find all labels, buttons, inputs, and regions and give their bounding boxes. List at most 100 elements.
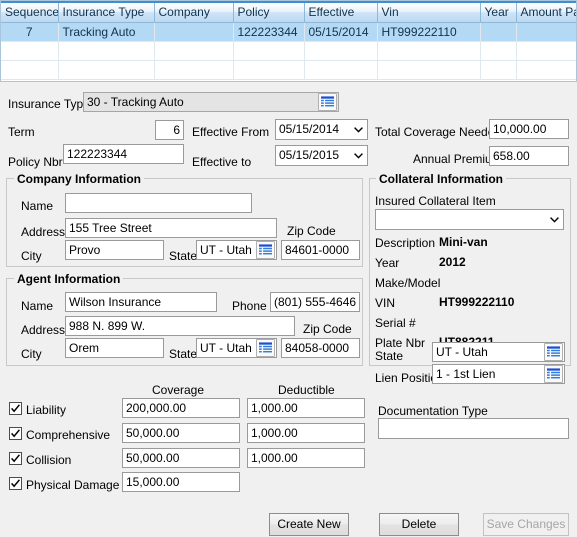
- col-header-company[interactable]: Company: [154, 1, 234, 23]
- table-row-empty[interactable]: [1, 41, 576, 61]
- collision-coverage-field[interactable]: 50,000.00: [122, 448, 240, 468]
- lien-position-lookup-icon[interactable]: [544, 365, 563, 383]
- create-new-button[interactable]: Create New: [269, 513, 349, 536]
- effective-from-dropdown[interactable]: 05/15/2014: [275, 119, 368, 140]
- company-address-label: Address: [21, 225, 66, 239]
- cell-empty: [377, 41, 481, 61]
- company-address-field[interactable]: 155 Tree Street: [65, 218, 277, 238]
- collateral-year-value: 2012: [439, 255, 466, 269]
- table-row[interactable]: 7 Tracking Auto 122223344 05/15/2014 HT9…: [1, 22, 576, 42]
- effective-to-value: 05/15/2015: [279, 148, 340, 162]
- cell-policy: 122223344: [233, 22, 305, 42]
- comprehensive-checkbox[interactable]: [9, 427, 22, 440]
- effective-to-label: Effective to: [192, 155, 252, 169]
- physical-damage-coverage-field[interactable]: 15,000.00: [122, 472, 240, 492]
- physical-damage-checkbox[interactable]: [9, 477, 22, 490]
- col-header-vin[interactable]: Vin: [377, 1, 481, 23]
- collision-label: Collision: [26, 453, 72, 467]
- comprehensive-label: Comprehensive: [26, 428, 111, 442]
- agent-state-lookup-icon[interactable]: [256, 339, 275, 357]
- total-coverage-field[interactable]: 10,000.00: [489, 119, 569, 139]
- policy-list-grid[interactable]: Sequence Insurance Type Company Policy E…: [0, 0, 577, 82]
- comprehensive-coverage-field[interactable]: 50,000.00: [122, 423, 240, 443]
- insured-collateral-item-dropdown[interactable]: [375, 209, 564, 230]
- agent-phone-label: Phone: [232, 299, 267, 313]
- insurance-type-label: Insurance Type: [8, 97, 90, 111]
- collision-checkbox[interactable]: [9, 452, 22, 465]
- term-field[interactable]: 6: [155, 120, 184, 140]
- collateral-state-label: State: [375, 349, 404, 363]
- col-header-policy[interactable]: Policy: [233, 1, 305, 23]
- comprehensive-deductible-field[interactable]: 1,000.00: [247, 423, 365, 443]
- cell-empty: [58, 60, 155, 80]
- insurance-type-lookup-icon[interactable]: [318, 93, 337, 111]
- cell-empty: [516, 41, 576, 61]
- liability-coverage-field[interactable]: 200,000.00: [122, 398, 240, 418]
- cell-empty: [516, 60, 576, 80]
- company-state-lookup-icon[interactable]: [256, 241, 275, 259]
- term-label: Term: [8, 125, 35, 139]
- company-name-label: Name: [21, 199, 54, 213]
- delete-button[interactable]: Delete: [379, 513, 459, 536]
- agent-city-field[interactable]: Orem: [65, 338, 164, 358]
- company-city-field[interactable]: Provo: [65, 240, 164, 260]
- table-row-empty[interactable]: [1, 60, 576, 80]
- liability-deductible-field[interactable]: 1,000.00: [247, 398, 365, 418]
- agent-address-label: Address: [21, 323, 66, 337]
- collateral-information-title: Collateral Information: [376, 172, 507, 186]
- insured-collateral-item-label: Insured Collateral Item: [375, 194, 496, 208]
- cell-insurance-type: Tracking Auto: [58, 22, 155, 42]
- agent-zip-label: Zip Code: [303, 322, 352, 336]
- col-header-insurance-type[interactable]: Insurance Type: [58, 1, 155, 23]
- cell-vin: HT999222110: [377, 22, 481, 42]
- cell-empty: [480, 41, 517, 61]
- agent-address-field[interactable]: 988 N. 899 W.: [65, 316, 295, 336]
- company-zip-field[interactable]: 84601-0000: [281, 240, 360, 260]
- vin-value: HT999222110: [439, 295, 515, 309]
- col-header-effective[interactable]: Effective: [304, 1, 378, 23]
- effective-to-dropdown[interactable]: 05/15/2015: [275, 145, 368, 166]
- chevron-down-icon: [354, 152, 363, 160]
- agent-information-title: Agent Information: [14, 272, 124, 286]
- cell-empty: [1, 41, 59, 61]
- cell-empty: [154, 60, 234, 80]
- serial-label: Serial #: [375, 316, 416, 330]
- cell-empty: [233, 41, 305, 61]
- collision-deductible-field[interactable]: 1,000.00: [247, 448, 365, 468]
- policy-nbr-field[interactable]: 122223344: [63, 144, 184, 164]
- documentation-type-field[interactable]: [378, 418, 569, 439]
- col-header-year[interactable]: Year: [480, 1, 517, 23]
- physical-damage-label: Physical Damage: [26, 478, 120, 492]
- col-header-sequence[interactable]: Sequence: [1, 1, 59, 23]
- grid-form-divider: [0, 82, 577, 90]
- effective-from-label: Effective From: [192, 125, 270, 139]
- agent-city-label: City: [21, 347, 42, 361]
- agent-phone-field[interactable]: (801) 555-4646: [270, 292, 360, 312]
- save-changes-button: Save Changes: [483, 513, 569, 536]
- chevron-down-icon: [550, 216, 559, 224]
- company-state-label: State: [169, 249, 198, 263]
- cell-empty: [377, 60, 481, 80]
- cell-empty: [304, 41, 378, 61]
- company-information-title: Company Information: [14, 172, 145, 186]
- cell-empty: [233, 60, 305, 80]
- liability-label: Liability: [26, 403, 67, 417]
- liability-checkbox[interactable]: [9, 402, 22, 415]
- policy-nbr-label: Policy Nbr: [8, 155, 63, 169]
- cell-company: [154, 22, 234, 42]
- make-model-label: Make/Model: [375, 276, 441, 290]
- annual-premium-field[interactable]: 658.00: [489, 146, 569, 166]
- grid-header-row: Sequence Insurance Type Company Policy E…: [1, 1, 576, 23]
- company-name-field[interactable]: [65, 193, 252, 213]
- agent-zip-field[interactable]: 84058-0000: [281, 338, 360, 358]
- agent-name-field[interactable]: Wilson Insurance: [65, 292, 217, 312]
- coverage-column-header: Coverage: [152, 383, 205, 397]
- col-header-amount-paid[interactable]: Amount Paid: [516, 1, 576, 23]
- documentation-type-label: Documentation Type: [378, 404, 488, 418]
- description-value: Mini-van: [439, 235, 488, 249]
- insurance-type-field[interactable]: 30 - Tracking Auto: [83, 92, 339, 112]
- cell-empty: [304, 60, 378, 80]
- total-coverage-label: Total Coverage Needed: [375, 125, 502, 139]
- policy-table: Sequence Insurance Type Company Policy E…: [1, 1, 576, 80]
- collateral-state-lookup-icon[interactable]: [544, 343, 563, 361]
